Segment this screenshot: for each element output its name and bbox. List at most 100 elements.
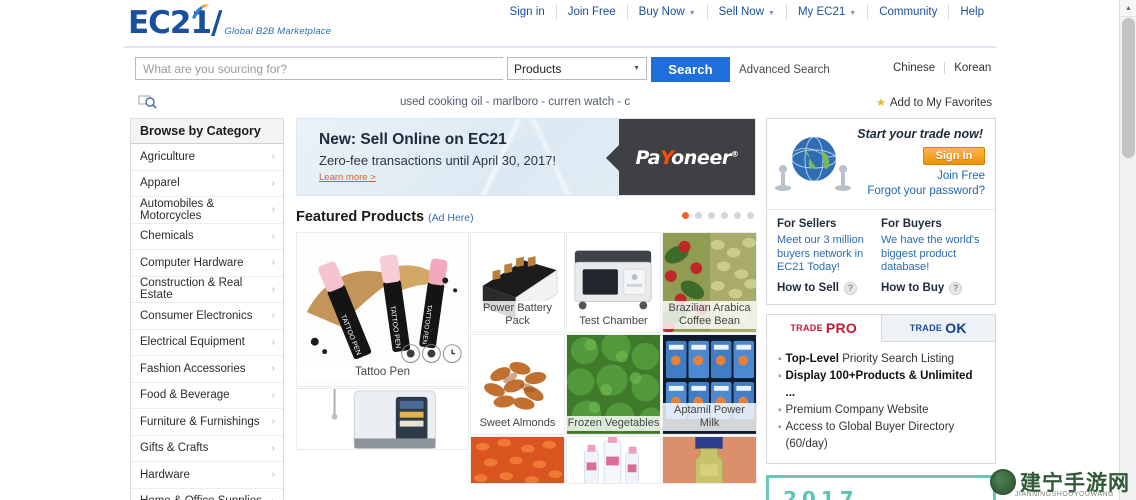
sidebar-item-computer-hardware[interactable]: Computer Hardware › [131, 250, 283, 277]
carousel-dot[interactable] [682, 212, 689, 219]
sidebar-item-agriculture[interactable]: Agriculture › [131, 144, 283, 171]
featured-products-title: Featured Products [296, 209, 425, 225]
carousel-dot[interactable] [708, 212, 715, 219]
sidebar-item-apparel[interactable]: Apparel › [131, 171, 283, 197]
sidebar-item-label: Consumer Electronics [140, 309, 253, 322]
trade-benefit-item: ▪ Premium Company Website [778, 402, 985, 419]
sidebar-item-consumer-electronics[interactable]: Consumer Electronics › [131, 303, 283, 330]
product-tile[interactable] [296, 388, 469, 450]
product-tile[interactable] [566, 436, 661, 484]
chevron-right-icon: › [271, 389, 275, 401]
topnav-item-my-ec21[interactable]: My EC21 ▼ [787, 4, 869, 20]
topnav-item-sell-now[interactable]: Sell Now ▼ [708, 4, 787, 20]
search-category-select[interactable]: Products ▼ [507, 57, 647, 80]
product-tile[interactable]: Sweet Almonds [470, 334, 565, 435]
search-input[interactable] [135, 57, 503, 80]
sidebar-item-label: Fashion Accessories [140, 362, 246, 375]
chevron-right-icon: › [271, 363, 275, 375]
product-tile[interactable]: Frozen Vegetables [566, 334, 661, 435]
tab-trade-ok[interactable]: TRADE OK [880, 313, 996, 342]
sign-in-button[interactable]: Sign In [923, 147, 985, 165]
how-to-buy-link[interactable]: How to Buy ? [881, 281, 985, 295]
topnav-item-community[interactable]: Community [868, 4, 950, 20]
product-tile[interactable]: TATTOO PEN TATTOO PEN TATTOO PEN Tattoo … [296, 232, 469, 387]
sidebar-item-furniture-furnishings[interactable]: Furniture & Furnishings › [131, 409, 283, 436]
page-scrollbar[interactable]: ▲ [1119, 0, 1136, 500]
topnav-item-sign-in[interactable]: Sign in [499, 4, 557, 20]
question-mark-icon[interactable]: ? [843, 281, 857, 295]
product-tile[interactable]: Brazilian Arabica Coffee Bean [662, 232, 757, 333]
trade-benefit-item: ▪ Access to Global Buyer Directory (60/da… [778, 419, 985, 453]
topnav-item-label: Join Free [567, 6, 616, 18]
scrollbar-thumb[interactable] [1122, 18, 1135, 158]
advanced-search-link[interactable]: Advanced Search [739, 64, 830, 76]
search-button[interactable]: Search [651, 57, 730, 82]
sidebar-item-label: Agriculture [140, 150, 195, 163]
carousel-dot[interactable] [747, 212, 754, 219]
sidebar-item-home-office-supplies[interactable]: Home & Office Supplies › [131, 489, 283, 500]
top-navigation: Sign in Join Free Buy Now ▼ Sell Now ▼ My EC21… [499, 4, 995, 20]
sidebar-item-label: Automobiles & Motorcycles [140, 197, 215, 222]
site-logo[interactable]: EC21/ Global B2B Marketplace [128, 4, 331, 39]
how-to-buy-label: How to Buy [881, 282, 945, 294]
how-to-sell-link[interactable]: How to Sell ? [777, 281, 881, 295]
category-sidebar: Browse by Category Agriculture › Apparel › A… [130, 118, 284, 500]
chevron-right-icon: › [271, 283, 275, 295]
trade-ok-big-label: OK [945, 319, 967, 336]
trade-pro-small-label: TRADE [790, 322, 823, 333]
featured-ad-here-link[interactable]: (Ad Here) [428, 212, 474, 224]
topnav-item-label: Community [879, 6, 938, 18]
watermark-logo-icon [990, 469, 1016, 495]
hot-keywords[interactable]: used cooking oil - marlboro - curren wat… [400, 96, 656, 108]
topnav-item-buy-now[interactable]: Buy Now ▼ [628, 4, 708, 20]
product-tile[interactable]: Power Battery Pack [470, 232, 565, 333]
bullet-marker-icon: ▪ [778, 404, 782, 416]
for-sellers-text[interactable]: Meet our 3 million buyers network in EC2… [777, 234, 881, 275]
for-buyers-text[interactable]: We have the world's biggest product data… [881, 234, 985, 275]
scroll-up-arrow-icon[interactable]: ▲ [1120, 0, 1136, 17]
add-to-favorites[interactable]: ★ Add to My Favorites [876, 96, 992, 110]
sidebar-item-hardware[interactable]: Hardware › [131, 462, 283, 489]
chevron-down-icon: ▼ [768, 9, 775, 17]
sidebar-item-food-beverage[interactable]: Food & Beverage › [131, 383, 283, 409]
sidebar-item-chemicals[interactable]: Chemicals › [131, 224, 283, 250]
sidebar-item-fashion-accessories[interactable]: Fashion Accessories › [131, 356, 283, 383]
sidebar-item-construction-real-estate[interactable]: Construction & Real Estate › [131, 277, 283, 303]
chevron-right-icon: › [271, 204, 275, 216]
sidebar-item-electrical-equipment[interactable]: Electrical Equipment › [131, 330, 283, 356]
language-link-chinese[interactable]: Chinese [884, 62, 946, 74]
trade-ok-small-label: TRADE [909, 322, 943, 333]
search-bar: Products ▼ Search Advanced Search [135, 57, 830, 82]
sidebar-item-gifts-crafts[interactable]: Gifts & Crafts › [131, 436, 283, 462]
product-tile[interactable] [662, 436, 757, 484]
banner-subtitle: Zero-fee transactions until April 30, 20… [319, 153, 557, 168]
topnav-item-help[interactable]: Help [949, 4, 995, 20]
topnav-item-join-free[interactable]: Join Free [557, 4, 628, 20]
topnav-item-label: Help [960, 6, 984, 18]
payoneer-banner[interactable]: New: Sell Online on EC21 Zero-fee transa… [296, 118, 756, 196]
sidebar-item-label: Furniture & Furnishings [140, 415, 260, 428]
sidebar-item-automobiles-motorcycles[interactable]: Automobiles & Motorcycles › [131, 197, 283, 224]
page-viewport: Sign in Join Free Buy Now ▼ Sell Now ▼ My EC21… [0, 0, 1119, 500]
chevron-right-icon: › [272, 496, 275, 500]
product-tile[interactable]: Test Chamber [566, 232, 661, 333]
for-sellers-column: For Sellers Meet our 3 million buyers ne… [777, 218, 881, 295]
carousel-dot[interactable] [721, 212, 728, 219]
carousel-dot[interactable] [695, 212, 702, 219]
promo-2017-banner[interactable]: 2017 [766, 474, 996, 500]
trade-benefit-text: Top-Level Priority Search Listing [785, 352, 955, 365]
tab-trade-pro[interactable]: TRADE PRO [766, 313, 881, 342]
chevron-right-icon: › [271, 336, 275, 348]
banner-learn-more-link[interactable]: Learn more > [319, 172, 376, 183]
product-tile[interactable]: Aptamil Power Milk [662, 334, 757, 435]
site-watermark: 建宁手游网 JIANNINGSHOUYOUWANG [990, 467, 1130, 498]
product-grid: TATTOO PEN TATTOO PEN TATTOO PEN Tattoo … [296, 232, 757, 484]
main-content: New: Sell Online on EC21 Zero-fee transa… [296, 118, 757, 484]
topnav-item-label: My EC21 [797, 6, 846, 18]
carousel-dot[interactable] [734, 212, 741, 219]
language-link-korean[interactable]: Korean [945, 62, 991, 74]
question-mark-icon[interactable]: ? [949, 281, 963, 295]
product-tile[interactable] [470, 436, 565, 484]
product-name: Power Battery Pack [471, 301, 564, 329]
promo-year-label: 2017 [783, 486, 859, 500]
